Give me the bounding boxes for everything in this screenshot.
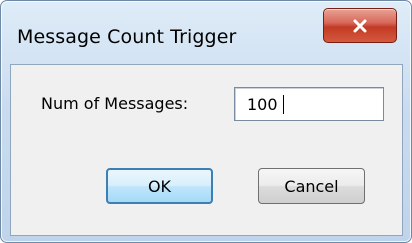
text-caret bbox=[283, 95, 284, 114]
ok-button[interactable]: OK bbox=[106, 168, 213, 204]
dialog-window: Message Count Trigger Num of Messages: O… bbox=[0, 0, 412, 243]
close-icon bbox=[353, 19, 367, 32]
window-title: Message Count Trigger bbox=[17, 26, 237, 48]
num-messages-label: Num of Messages: bbox=[41, 94, 189, 113]
cancel-button[interactable]: Cancel bbox=[258, 168, 365, 204]
close-button[interactable] bbox=[323, 8, 397, 43]
num-messages-input[interactable] bbox=[234, 87, 384, 121]
dialog-content: Num of Messages: OK Cancel bbox=[10, 64, 403, 236]
